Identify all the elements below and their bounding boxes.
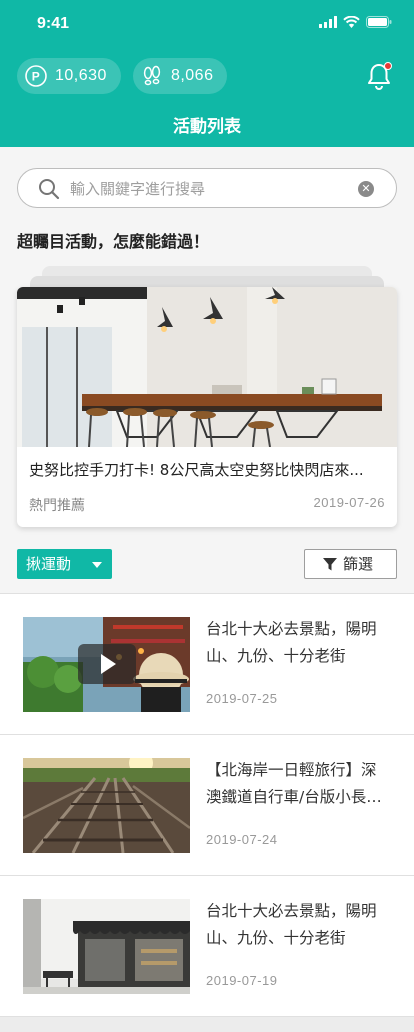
app-header: 9:41 P 10,630 8,066 活動列表 <box>0 0 414 147</box>
featured-card-title: 史努比控手刀打卡! 8公尺高太空史努比快閃店來... <box>29 461 364 479</box>
category-label: 揪運動 <box>26 555 72 573</box>
steps-chip[interactable]: 8,066 <box>132 58 228 94</box>
svg-text:P: P <box>32 70 41 84</box>
article-thumbnail <box>23 758 190 853</box>
search-bar[interactable]: ✕ <box>17 168 397 208</box>
filter-label: 篩選 <box>343 555 374 573</box>
list-item[interactable]: 台北十大必去景點，陽明山、九份、十分老街 2019-07-25 <box>0 593 414 734</box>
article-title: 台北十大必去景點，陽明山、九份、十分老街 <box>206 620 377 665</box>
search-input[interactable] <box>70 177 350 201</box>
status-bar: 9:41 <box>0 0 414 46</box>
list-item[interactable]: 【北海岸一日輕旅行】深澳鐵道自行車/台版小長城... 2019-07-24 <box>0 734 414 875</box>
article-title: 台北十大必去景點，陽明山、九份、十分老街 <box>206 902 377 947</box>
category-dropdown[interactable]: 揪運動 <box>17 549 112 579</box>
system-icons <box>319 16 392 28</box>
article-thumbnail <box>23 617 190 712</box>
featured-card-date: 2019-07-26 <box>313 495 385 510</box>
filter-icon <box>323 558 337 571</box>
points-value: 10,630 <box>55 67 107 84</box>
featured-image <box>17 287 397 447</box>
filter-button[interactable]: 篩選 <box>304 549 397 579</box>
search-icon <box>39 179 60 200</box>
battery-icon <box>366 16 392 28</box>
status-time: 9:41 <box>37 15 70 32</box>
footprints-icon <box>143 65 161 86</box>
article-date: 2019-07-19 <box>206 973 278 988</box>
article-title: 【北海岸一日輕旅行】深澳鐵道自行車/台版小長城... <box>206 761 377 806</box>
article-date: 2019-07-24 <box>206 832 278 847</box>
featured-section-title: 超矚目活動，怎麼能錯過！ <box>17 232 210 251</box>
list-item[interactable]: 台北十大必去景點，陽明山、九份、十分老街 2019-07-19 <box>0 875 414 1016</box>
points-icon: P <box>25 65 47 87</box>
article-thumbnail <box>23 899 190 994</box>
article-list: 台北十大必去景點，陽明山、九份、十分老街 2019-07-25 【北海岸一日輕旅… <box>0 593 414 1016</box>
clear-search-icon[interactable]: ✕ <box>358 181 374 197</box>
signal-icon <box>319 16 337 28</box>
list-bottom-divider <box>0 1016 414 1032</box>
steps-value: 8,066 <box>170 67 214 84</box>
notification-button[interactable] <box>366 62 392 90</box>
featured-card[interactable]: 史努比控手刀打卡! 8公尺高太空史努比快閃店來... 熱門推薦 2019-07-… <box>17 287 397 527</box>
article-date: 2019-07-25 <box>206 691 278 706</box>
notification-badge <box>384 62 392 70</box>
chevron-down-icon <box>92 562 102 568</box>
wifi-icon <box>343 16 360 28</box>
points-chip[interactable]: P 10,630 <box>17 58 121 94</box>
featured-card-tag: 熱門推薦 <box>29 498 85 514</box>
page-title: 活動列表 <box>173 117 241 137</box>
